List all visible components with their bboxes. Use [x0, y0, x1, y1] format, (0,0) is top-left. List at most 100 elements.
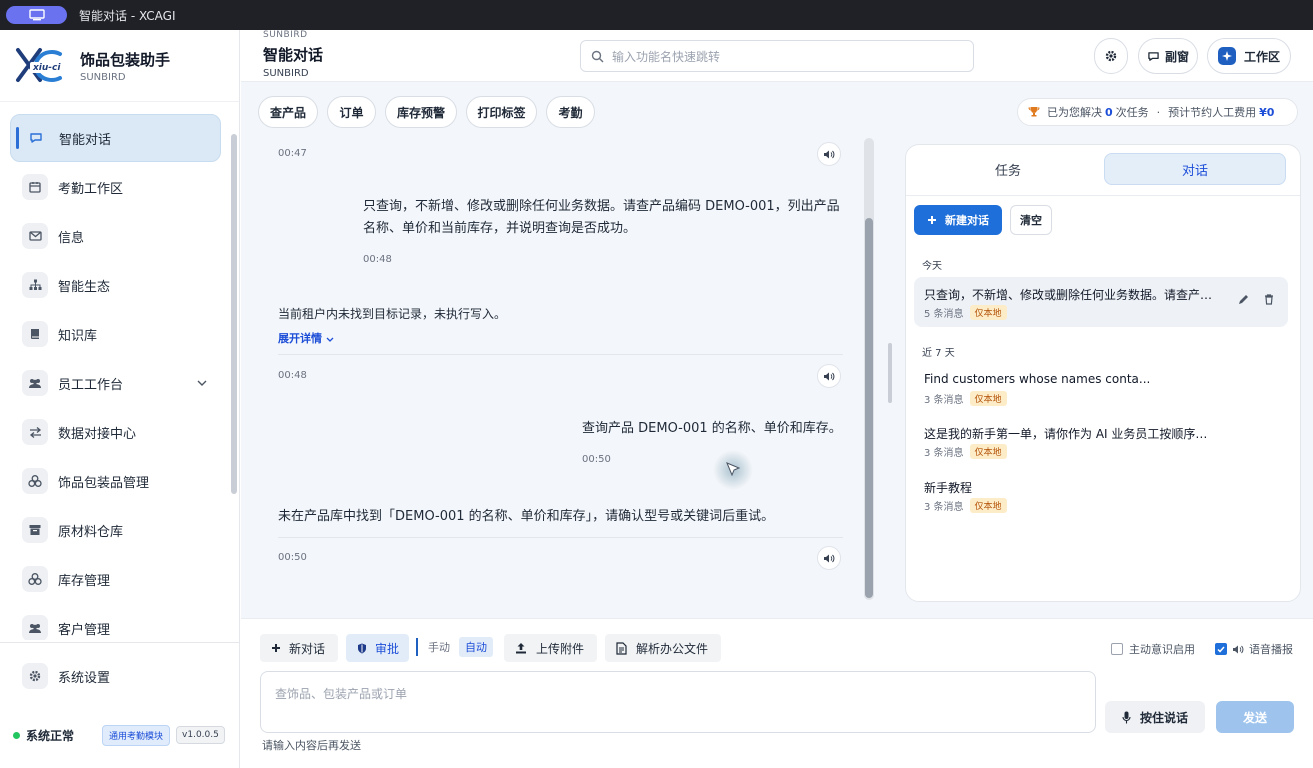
sidebar-item-customers[interactable]: 客户管理: [10, 604, 221, 640]
conversation-count: 3 条消息: [924, 502, 964, 513]
window-switch-button[interactable]: [6, 6, 67, 24]
checkbox-box[interactable]: [1215, 643, 1227, 655]
main-area: SUNBIRD 智能对话 SUNBIRD 输入功能名快速跳转 副窗 工作区 查产…: [241, 30, 1313, 768]
sidebar-item-ecosystem[interactable]: 智能生态: [10, 261, 221, 309]
system-status: 系统正常: [26, 728, 75, 743]
plus-icon: [272, 644, 280, 652]
chat-transcript: 00:47 只查询，不新增、修改或删除任何业务数据。请查产品编码 DEMO-00…: [241, 138, 881, 618]
quick-attendance[interactable]: 考勤: [546, 96, 595, 128]
local-badge: 仅本地: [969, 391, 1007, 406]
speaker-button[interactable]: [817, 142, 841, 166]
conversation-count: 3 条消息: [924, 395, 964, 406]
conversation-item[interactable]: 新手教程 3 条消息 仅本地: [914, 470, 1288, 520]
mail-icon: [22, 223, 48, 249]
version-badge: v1.0.0.5: [176, 726, 225, 744]
speaker-icon: [823, 372, 834, 380]
new-chat-button[interactable]: 新对话: [260, 634, 338, 662]
speaker-icon: [1233, 645, 1244, 653]
parse-doc-button[interactable]: 解析办公文件: [605, 634, 721, 662]
calendar-icon: [22, 174, 48, 200]
divider: [278, 537, 843, 538]
tab-tasks[interactable]: 任务: [914, 153, 1102, 185]
document-icon: [616, 641, 627, 655]
new-conversation-label: 新建对话: [945, 214, 989, 227]
sidebar-item-staff[interactable]: 员工工作台: [10, 359, 221, 407]
assistant-message: 未在产品库中找到「DEMO-001 的名称、单价和库存」，请确认型号或关键词后重…: [278, 509, 775, 524]
local-badge: 仅本地: [969, 498, 1007, 513]
settings-button[interactable]: [1094, 38, 1128, 74]
stats-count: 0: [1105, 105, 1113, 119]
sidebar-scrollbar[interactable]: [231, 102, 237, 672]
panel-resize-handle[interactable]: [888, 343, 892, 403]
chat-scroll-thumb[interactable]: [865, 218, 873, 598]
sidebar-item-knowledge[interactable]: 知识库: [10, 310, 221, 358]
expand-details-link[interactable]: 展开详情: [278, 330, 334, 346]
search-input[interactable]: 输入功能名快速跳转: [580, 40, 974, 72]
approve-label: 审批: [375, 641, 400, 656]
send-button[interactable]: 发送: [1216, 701, 1294, 733]
window-titlebar: 智能对话 - XCAGI: [0, 0, 1313, 30]
new-conversation-button[interactable]: 新建对话: [914, 205, 1002, 235]
checkbox-box[interactable]: [1111, 643, 1123, 655]
message-text: 只查询，不新增、修改或删除任何业务数据。请查产品编码 DEMO-001，列出产品: [363, 199, 840, 214]
sidebar-item-label: 信息: [58, 230, 85, 246]
sidebar-item-raw-warehouse[interactable]: 原材料仓库: [10, 506, 221, 554]
sidebar-item-info[interactable]: 信息: [10, 212, 221, 260]
proactive-checkbox[interactable]: 主动意识启用: [1111, 641, 1195, 657]
module-badge[interactable]: 通用考勤模块: [102, 724, 171, 746]
stats-banner: 已为您解决 0 次任务 · 预计节约人工费用 ¥0: [1017, 98, 1298, 126]
sidebar-item-data-hub[interactable]: 数据对接中心: [10, 408, 221, 456]
trophy-icon: [1028, 107, 1040, 117]
quick-stock-alert[interactable]: 库存预警: [385, 96, 457, 128]
page-header: SUNBIRD 智能对话 SUNBIRD 输入功能名快速跳转 副窗 工作区: [241, 30, 1313, 82]
composer: 新对话 审批 手动 自动 上传附件 解析办公文件 主动意识启用 语音播报 查饰品…: [241, 618, 1313, 768]
upload-label: 上传附件: [536, 641, 585, 656]
header-sub: SUNBIRD: [263, 68, 309, 79]
local-badge: 仅本地: [969, 444, 1007, 459]
push-to-talk-button[interactable]: 按住说话: [1105, 701, 1205, 733]
sidebar-item-packaging[interactable]: 饰品包装品管理: [10, 457, 221, 505]
archive-icon: [22, 517, 48, 543]
mode-auto[interactable]: 自动: [459, 637, 493, 657]
sidebar-item-settings[interactable]: 系统设置: [10, 652, 221, 700]
sidebar-item-label: 知识库: [58, 328, 98, 344]
sidebar-scroll-thumb[interactable]: [231, 134, 237, 494]
speaker-icon: [823, 150, 834, 158]
speaker-button[interactable]: [817, 546, 841, 570]
chat-scrollbar[interactable]: [864, 138, 874, 600]
sidebar-item-label: 客户管理: [58, 622, 111, 638]
message-input[interactable]: 查饰品、包装产品或订单: [260, 671, 1096, 733]
side-window-button[interactable]: 副窗: [1138, 38, 1198, 74]
stats-prefix: 已为您解决: [1047, 106, 1102, 119]
quick-orders[interactable]: 订单: [327, 96, 376, 128]
edit-icon[interactable]: [1238, 294, 1249, 308]
sidebar-item-inventory[interactable]: 库存管理: [10, 555, 221, 603]
status-dot: [13, 731, 20, 739]
conversation-item[interactable]: Find customers whose names conta... 3 条消…: [914, 363, 1288, 413]
approve-button[interactable]: 审批: [346, 634, 409, 662]
quick-print-label[interactable]: 打印标签: [466, 96, 537, 128]
message-placeholder: 查饰品、包装产品或订单: [275, 687, 408, 701]
stats-unit: 次任务: [1115, 106, 1149, 119]
chevron-down-icon[interactable]: [197, 375, 207, 389]
conversation-item[interactable]: 只查询，不新增、修改或删除任何业务数据。请查产… 5 条消息 仅本地: [914, 277, 1288, 327]
clear-button[interactable]: 清空: [1010, 205, 1052, 235]
window-title: 智能对话 - XCAGI: [79, 8, 176, 23]
conversation-title: 只查询，不新增、修改或删除任何业务数据。请查产…: [924, 288, 1213, 302]
trash-icon[interactable]: [1264, 294, 1274, 308]
sidebar-item-label: 原材料仓库: [58, 524, 124, 540]
voice-checkbox[interactable]: 语音播报: [1215, 641, 1293, 657]
sidebar-nav: 智能对话 考勤工作区 信息 智能生态 知识库 员工工作台 数据对接中心 饰品包装…: [0, 110, 232, 640]
book-icon: [22, 321, 48, 347]
sidebar-item-chat[interactable]: 智能对话: [10, 114, 221, 162]
sidebar-item-label: 员工工作台: [58, 377, 124, 393]
quick-product[interactable]: 查产品: [258, 96, 318, 128]
speaker-button[interactable]: [817, 364, 841, 388]
tab-chat[interactable]: 对话: [1104, 153, 1286, 185]
mode-manual[interactable]: 手动: [428, 639, 450, 655]
sidebar-item-attendance[interactable]: 考勤工作区: [10, 163, 221, 211]
upload-button[interactable]: 上传附件: [504, 634, 597, 662]
workspace-button[interactable]: 工作区: [1207, 38, 1291, 74]
conversation-item[interactable]: 这是我的新手第一单，请你作为 AI 业务员工按顺序… 3 条消息 仅本地: [914, 416, 1288, 466]
users-icon: [22, 370, 48, 396]
